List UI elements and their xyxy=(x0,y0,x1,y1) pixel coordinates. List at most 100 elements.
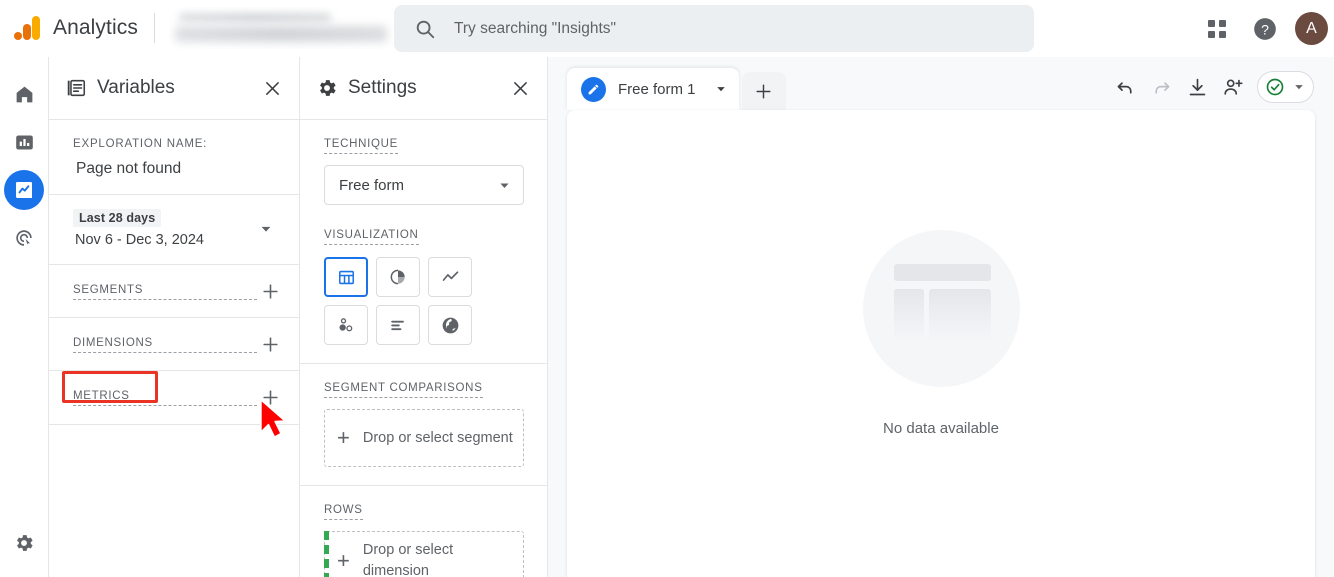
visualization-label: VISUALIZATION xyxy=(324,228,419,245)
chevron-down-icon xyxy=(261,226,271,232)
close-icon xyxy=(513,81,527,95)
dimensions-label: DIMENSIONS xyxy=(73,336,257,353)
plus-icon xyxy=(262,390,278,405)
brand-name: Analytics xyxy=(53,16,138,39)
variables-panel: Variables EXPLORATION NAME: Page not fou… xyxy=(49,57,300,577)
viz-line-chart[interactable] xyxy=(428,257,472,297)
search-bar[interactable]: Try searching "Insights" xyxy=(394,5,1034,52)
placeholder-column-left xyxy=(893,289,924,341)
left-nav-rail xyxy=(0,57,49,577)
add-metric-button[interactable] xyxy=(257,385,283,411)
settings-panel-title: Settings xyxy=(348,77,417,98)
status-badge[interactable] xyxy=(1257,71,1314,103)
empty-state-text: No data available xyxy=(883,420,999,437)
viz-geo-map[interactable] xyxy=(428,305,472,345)
viz-scatter-plot[interactable] xyxy=(324,305,368,345)
sidebar-item-home[interactable] xyxy=(4,74,44,114)
donut-chart-icon xyxy=(390,269,405,285)
horizontal-bar-icon xyxy=(391,320,404,331)
user-avatar[interactable]: A xyxy=(1295,12,1328,45)
share-button[interactable] xyxy=(1215,69,1251,105)
sidebar-item-reports[interactable] xyxy=(4,122,44,162)
redo-arrow-icon xyxy=(1154,81,1169,94)
property-blurred-line xyxy=(178,13,331,22)
property-blurred-line xyxy=(174,26,387,42)
rows-label: ROWS xyxy=(324,503,363,520)
visualization-grid xyxy=(324,257,527,345)
viz-bar-chart[interactable] xyxy=(376,305,420,345)
redo-button[interactable] xyxy=(1143,69,1179,105)
gear-icon xyxy=(17,535,33,551)
scatter-plot-icon xyxy=(339,318,353,332)
segments-row[interactable]: SEGMENTS xyxy=(49,265,299,318)
date-range-value: Nov 6 - Dec 3, 2024 xyxy=(75,232,204,248)
segment-drop-text: Drop or select segment xyxy=(362,429,513,446)
add-tab-button[interactable] xyxy=(741,72,786,110)
undo-arrow-icon xyxy=(1117,81,1132,94)
viz-free-form-table[interactable] xyxy=(324,257,368,297)
add-segment-button[interactable] xyxy=(257,278,283,304)
placeholder-header-bar xyxy=(893,264,991,281)
variables-icon xyxy=(65,77,87,99)
date-range-texts: Last 28 days Nov 6 - Dec 3, 2024 xyxy=(73,209,259,248)
advertising-target-icon xyxy=(16,230,32,247)
placeholder-column-right xyxy=(928,289,991,341)
rows-drop-text: Drop or select dimension xyxy=(362,542,454,577)
sidebar-item-advertising[interactable] xyxy=(4,218,44,258)
date-range-selector[interactable]: Last 28 days Nov 6 - Dec 3, 2024 xyxy=(49,195,299,265)
chevron-down-icon[interactable] xyxy=(715,83,727,95)
svg-text:?: ? xyxy=(1261,21,1269,37)
help-circle-icon: ? xyxy=(1254,17,1276,40)
variables-panel-header: Variables xyxy=(49,57,299,120)
download-icon xyxy=(1189,78,1205,95)
add-dimension-button[interactable] xyxy=(257,331,283,357)
technique-label: TECHNIQUE xyxy=(324,137,399,154)
gear-icon xyxy=(316,77,338,99)
plus-icon xyxy=(262,283,278,299)
google-analytics-explore-page: Analytics Try searching "Insights" ? A V… xyxy=(0,0,1334,577)
undo-button[interactable] xyxy=(1107,69,1143,105)
settings-panel: Settings TECHNIQUE Free form VISUALIZATI… xyxy=(300,57,548,577)
property-selector[interactable] xyxy=(169,7,393,49)
metrics-row[interactable]: METRICS xyxy=(49,371,299,425)
tab-label: Free form 1 xyxy=(618,80,696,98)
rows-drop-zone[interactable]: + Drop or select dimension xyxy=(324,531,524,577)
canvas-toolbar xyxy=(1107,69,1314,105)
close-icon xyxy=(265,81,279,95)
segment-comparisons-block: SEGMENT COMPARISONS + Drop or select seg… xyxy=(300,364,547,486)
main-canvas-area: Free form 1 No data available xyxy=(548,57,1334,577)
technique-block: TECHNIQUE Free form VISUALIZATION xyxy=(300,120,547,364)
add-person-icon xyxy=(1224,79,1243,95)
green-check-circle-icon xyxy=(1266,78,1284,96)
download-button[interactable] xyxy=(1179,69,1215,105)
date-range-chip: Last 28 days xyxy=(73,209,162,227)
report-canvas: No data available xyxy=(567,110,1315,577)
exploration-name-value: Page not found xyxy=(76,160,182,177)
rows-block: ROWS + Drop or select dimension xyxy=(300,486,547,577)
settings-panel-header: Settings xyxy=(300,57,547,120)
tab-free-form-1[interactable]: Free form 1 xyxy=(567,68,739,110)
close-variables-button[interactable] xyxy=(257,73,287,103)
empty-state: No data available xyxy=(862,230,1020,437)
empty-table-placeholder-icon xyxy=(862,230,1020,387)
apps-grid-button[interactable] xyxy=(1193,5,1241,53)
explore-icon xyxy=(16,182,32,198)
top-bar: Analytics Try searching "Insights" ? A xyxy=(0,0,1334,57)
viz-donut-chart[interactable] xyxy=(376,257,420,297)
search-placeholder: Try searching "Insights" xyxy=(454,19,617,37)
segment-drop-zone[interactable]: + Drop or select segment xyxy=(324,409,524,467)
exploration-name-section[interactable]: EXPLORATION NAME: Page not found xyxy=(49,120,299,195)
plus-icon: + xyxy=(337,425,350,450)
technique-select[interactable]: Free form xyxy=(324,165,524,205)
apps-grid-icon xyxy=(1208,19,1226,38)
sidebar-item-admin[interactable] xyxy=(4,523,44,563)
google-analytics-logo xyxy=(14,16,40,40)
sidebar-item-explore[interactable] xyxy=(4,170,44,210)
dimensions-row[interactable]: DIMENSIONS xyxy=(49,318,299,371)
help-button[interactable]: ? xyxy=(1241,5,1289,53)
line-chart-icon xyxy=(442,270,458,281)
search-icon xyxy=(416,20,435,38)
close-settings-button[interactable] xyxy=(505,73,535,103)
exploration-name-label: EXPLORATION NAME: xyxy=(73,138,208,150)
metrics-label: METRICS xyxy=(73,389,257,406)
